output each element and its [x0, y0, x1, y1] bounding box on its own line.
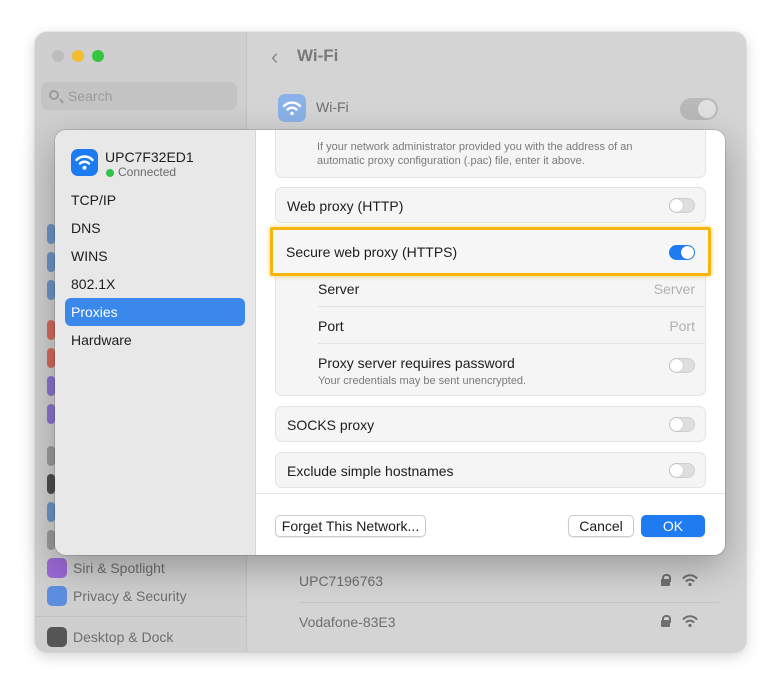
lock-icon: [661, 615, 671, 627]
menu-item-hardware[interactable]: Hardware: [65, 326, 245, 354]
exclude-hostnames-label: Exclude simple hostnames: [287, 463, 454, 479]
network-row[interactable]: UPC7196763: [268, 562, 724, 602]
pac-help-text-line2: automatic proxy configuration (.pac) fil…: [317, 155, 585, 167]
password-required-label: Proxy server requires password: [318, 355, 515, 371]
wifi-signal-icon: [682, 615, 698, 628]
web-proxy-label: Web proxy (HTTP): [287, 198, 404, 214]
menu-item-dns[interactable]: DNS: [65, 214, 245, 242]
wifi-toggle[interactable]: [680, 98, 718, 120]
exclude-hostnames-row: Exclude simple hostnames: [275, 452, 706, 488]
port-label: Port: [318, 318, 344, 334]
secure-proxy-label: Secure web proxy (HTTPS): [286, 244, 458, 260]
password-help-text: Your credentials may be sent unencrypted…: [318, 375, 527, 387]
network-name: Vodafone-83E3: [299, 614, 396, 630]
network-name: UPC7F32ED1: [105, 149, 194, 165]
secure-proxy-toggle[interactable]: [669, 245, 695, 260]
auto-proxy-card: If your network administrator provided y…: [275, 130, 706, 178]
sidebar-icon-partial: [47, 224, 55, 244]
web-proxy-toggle[interactable]: [669, 198, 695, 213]
socks-proxy-label: SOCKS proxy: [287, 417, 375, 433]
pane-title: Wi-Fi: [297, 46, 339, 65]
web-proxy-row: Web proxy (HTTP): [275, 187, 706, 223]
wifi-icon: [278, 94, 306, 122]
sidebar-icon-partial: [47, 446, 55, 466]
secure-proxy-row-highlight: Secure web proxy (HTTPS): [270, 227, 711, 276]
lock-icon: [661, 574, 671, 586]
sidebar-icon-partial: [47, 376, 55, 396]
sidebar-search-input[interactable]: Search: [41, 82, 237, 110]
sidebar-divider: [35, 616, 247, 617]
sidebar-icon-partial: [47, 404, 55, 424]
search-icon: [49, 90, 59, 100]
hand-icon: [47, 586, 67, 606]
network-status: Connected: [118, 165, 177, 179]
menu-item-802-1x[interactable]: 802.1X: [65, 270, 245, 298]
server-label: Server: [318, 281, 360, 297]
sidebar-icon-partial: [47, 252, 55, 272]
dialog-sidebar: UPC7F32ED1 Connected TCP/IP DNS WINS 802…: [55, 130, 256, 555]
exclude-hostnames-toggle[interactable]: [669, 463, 695, 478]
row-divider: [318, 306, 705, 307]
menu-item-wins[interactable]: WINS: [65, 242, 245, 270]
network-row[interactable]: Vodafone-83E3: [268, 603, 724, 643]
ok-button[interactable]: OK: [641, 515, 705, 537]
wifi-toggle-row: Wi-Fi: [268, 86, 724, 130]
sidebar-item-desktop-dock[interactable]: Desktop & Dock: [47, 625, 173, 649]
password-required-toggle[interactable]: [669, 358, 695, 373]
search-placeholder: Search: [68, 88, 113, 104]
sidebar-icon-partial: [47, 474, 55, 494]
sidebar-item-privacy-security[interactable]: Privacy & Security: [47, 584, 187, 608]
close-window-button[interactable]: [52, 50, 64, 62]
siri-icon: [47, 558, 67, 578]
cancel-button[interactable]: Cancel: [568, 515, 634, 537]
connected-status-dot: [106, 169, 114, 177]
sidebar-icon-partial: [47, 530, 55, 550]
wifi-icon: [71, 149, 98, 176]
wifi-signal-icon: [682, 574, 698, 587]
pac-help-text-line1: If your network administrator provided y…: [317, 141, 633, 153]
sidebar-icon-partial: [47, 280, 55, 300]
back-chevron-icon[interactable]: ‹: [271, 44, 278, 70]
network-header: UPC7F32ED1 Connected: [71, 148, 251, 182]
menu-item-proxies[interactable]: Proxies: [65, 298, 245, 326]
sidebar-item-siri-spotlight[interactable]: Siri & Spotlight: [47, 556, 165, 580]
minimize-window-button[interactable]: [72, 50, 84, 62]
socks-proxy-row: SOCKS proxy: [275, 406, 706, 442]
sidebar-icon-partial: [47, 348, 55, 368]
socks-proxy-toggle[interactable]: [669, 417, 695, 432]
sidebar-icon-partial: [47, 320, 55, 340]
wifi-label: Wi-Fi: [316, 99, 349, 115]
dialog-footer: Forget This Network... Cancel OK: [256, 493, 725, 555]
proxies-settings-pane: If your network administrator provided y…: [256, 130, 725, 493]
server-input[interactable]: Server: [654, 281, 695, 297]
row-divider: [318, 343, 705, 344]
network-details-dialog: UPC7F32ED1 Connected TCP/IP DNS WINS 802…: [55, 130, 725, 555]
sidebar-icon-partial: [47, 502, 55, 522]
forget-network-button[interactable]: Forget This Network...: [275, 515, 426, 537]
menu-item-tcp-ip[interactable]: TCP/IP: [65, 186, 245, 214]
zoom-window-button[interactable]: [92, 50, 104, 62]
dock-icon: [47, 627, 67, 647]
port-input[interactable]: Port: [669, 318, 695, 334]
network-name: UPC7196763: [299, 573, 384, 589]
